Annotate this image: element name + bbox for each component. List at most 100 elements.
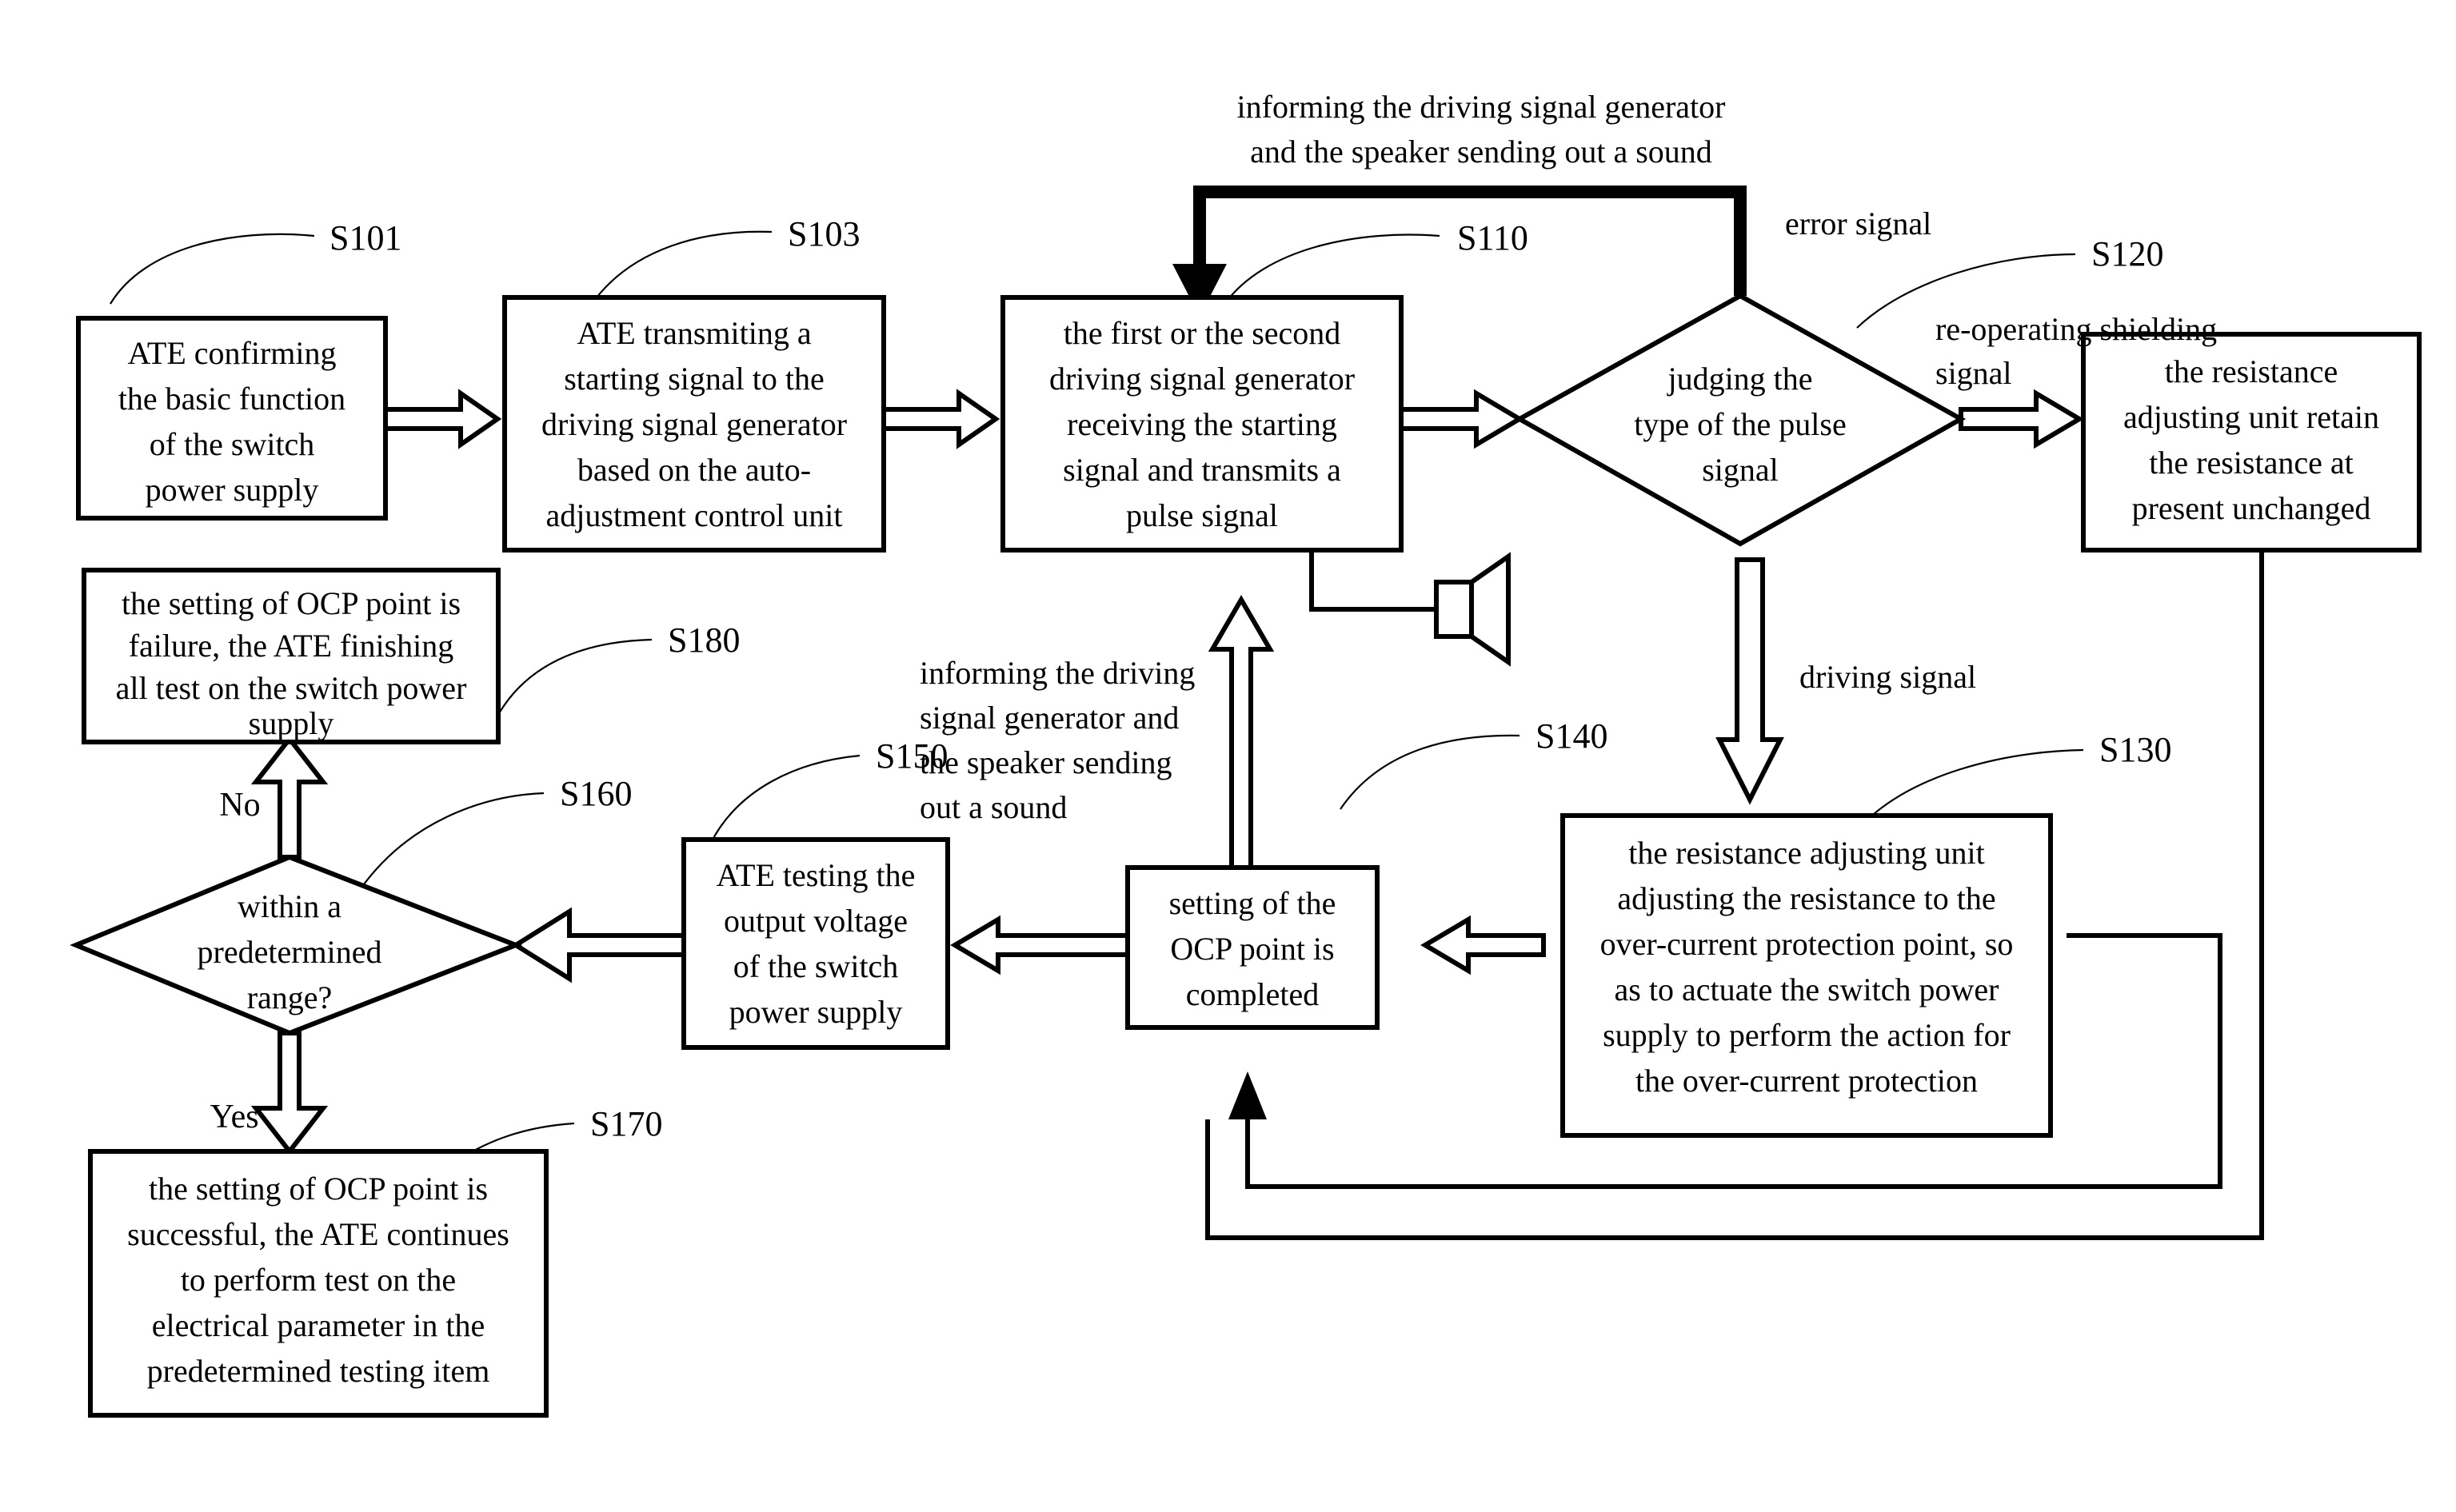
step-label-s160: S160 — [560, 774, 632, 813]
reoperating-line-1: re-operating shielding — [1935, 311, 2217, 347]
node-s150[interactable]: ATE testing the output voltage of the sw… — [681, 837, 950, 1050]
arrow-s120-to-retain-box — [1959, 389, 2084, 449]
s103-line-4: based on the auto- — [577, 452, 811, 488]
reoperating-line-2: signal — [1935, 355, 2012, 391]
annotation-driving-signal: driving signal — [1799, 659, 1976, 695]
step-label-s150: S150 — [876, 736, 948, 776]
leader-s180 — [493, 638, 653, 723]
node-s101[interactable]: ATE confirming the basic function of the… — [76, 316, 388, 521]
arrow-s130-to-s140 — [1420, 915, 1546, 975]
s160-line-1: within a — [238, 888, 341, 924]
arrow-s103-to-s110 — [881, 389, 1000, 449]
leader-s130 — [1863, 748, 2084, 824]
step-label-s170: S170 — [590, 1104, 662, 1143]
retain-line-4: present unchanged — [2132, 490, 2371, 526]
step-label-s120: S120 — [2091, 234, 2163, 273]
node-retain-resistance[interactable]: the resistance adjusting unit retain the… — [2081, 332, 2422, 553]
annotation-mid-informing: informing the driving signal generator a… — [920, 655, 1195, 825]
s160-line-2: predetermined — [198, 934, 382, 970]
s150-line-3: of the switch — [733, 948, 899, 984]
s110-line-1: the first or the second — [1064, 315, 1341, 351]
s103-line-2: starting signal to the — [564, 361, 825, 397]
annotation-top-informing: informing the driving signal generator a… — [1237, 89, 1726, 170]
s130-line-3: over-current protection point, so — [1600, 926, 2014, 962]
leader-s160 — [361, 792, 545, 888]
s101-line-4: power supply — [146, 472, 319, 508]
s103-line-3: driving signal generator — [541, 406, 847, 442]
s110-line-2: driving signal generator — [1049, 361, 1355, 397]
s170-line-1: the setting of OCP point is — [149, 1171, 488, 1207]
arrow-s101-to-s103 — [383, 389, 502, 449]
retain-line-1: the resistance — [2165, 353, 2338, 389]
top-informing-line-2: and the speaker sending out a sound — [1250, 134, 1712, 170]
annotation-error-signal: error signal — [1785, 205, 1931, 241]
s170-line-4: electrical parameter in the — [152, 1307, 485, 1343]
s110-line-4: signal and transmits a — [1063, 452, 1341, 488]
s170-line-5: predetermined testing item — [147, 1353, 490, 1389]
arrow-s160-to-s180 — [250, 735, 329, 860]
s160-line-3: range? — [247, 979, 333, 1015]
s150-line-1: ATE testing the — [717, 857, 916, 893]
s150-line-4: power supply — [729, 994, 903, 1030]
step-label-s101: S101 — [329, 218, 401, 257]
node-s110[interactable]: the first or the second driving signal g… — [1000, 295, 1404, 553]
s170-line-3: to perform test on the — [181, 1262, 456, 1298]
node-s170[interactable]: the setting of OCP point is successful, … — [88, 1149, 549, 1418]
node-s180[interactable]: the setting of OCP point is failure, the… — [82, 568, 501, 744]
step-label-s180: S180 — [668, 620, 740, 660]
s140-line-2: OCP point is — [1170, 931, 1334, 967]
step-label-s140: S140 — [1535, 716, 1607, 756]
s130-line-4: as to actuate the switch power — [1615, 971, 1999, 1007]
s180-line-4: supply — [249, 705, 334, 741]
mid-informing-line-1: informing the driving — [920, 655, 1195, 691]
node-s130[interactable]: the resistance adjusting unit adjusting … — [1560, 813, 2053, 1138]
s103-line-5: adjustment control unit — [545, 497, 842, 533]
s170-line-2: successful, the ATE continues — [127, 1216, 509, 1252]
s130-line-2: adjusting the resistance to the — [1617, 880, 1995, 916]
arrow-s110-to-s120 — [1399, 389, 1524, 449]
s120-line-2: type of the pulse — [1634, 406, 1847, 442]
s101-line-2: the basic function — [118, 381, 345, 417]
branch-label-no: No — [219, 787, 260, 824]
mid-informing-line-3: the speaker sending — [920, 744, 1172, 780]
s180-line-2: failure, the ATE finishing — [129, 628, 454, 664]
s103-line-1: ATE transmiting a — [577, 315, 812, 351]
s101-line-3: of the switch — [150, 426, 315, 462]
top-informing-line-1: informing the driving signal generator — [1237, 89, 1726, 125]
step-label-s110: S110 — [1457, 218, 1528, 257]
leader-s103 — [591, 230, 773, 305]
node-s103[interactable]: ATE transmiting a starting signal to the… — [502, 295, 886, 553]
leader-s110 — [1223, 233, 1440, 306]
node-s160-decision[interactable]: within a predetermined range? — [70, 854, 523, 1036]
s101-line-1: ATE confirming — [127, 335, 336, 371]
arrow-s120-to-s130 — [1715, 557, 1784, 805]
s180-line-3: all test on the switch power — [116, 670, 467, 706]
branch-label-yes: Yes — [210, 1099, 258, 1135]
s130-line-5: supply to perform the action for — [1603, 1017, 2011, 1053]
leader-s140 — [1340, 734, 1520, 810]
leader-s101 — [110, 233, 315, 305]
s140-line-3: completed — [1186, 976, 1320, 1012]
arrow-s160-to-s170 — [250, 1031, 329, 1155]
retain-line-3: the resistance at — [2149, 445, 2353, 481]
node-s140[interactable]: setting of the OCP point is completed — [1125, 865, 1380, 1030]
step-label-s103: S103 — [788, 214, 860, 253]
s180-line-1: the setting of OCP point is — [122, 585, 461, 621]
arrow-s150-to-s160 — [511, 907, 686, 983]
retain-line-2: adjusting unit retain — [2123, 399, 2379, 435]
mid-informing-line-2: signal generator and — [920, 700, 1179, 736]
s140-line-1: setting of the — [1169, 885, 1336, 921]
s120-line-3: signal — [1702, 452, 1779, 488]
s150-line-2: output voltage — [724, 903, 908, 939]
flowchart-canvas: ATE confirming the basic function of the… — [70, 89, 2422, 1418]
leader-s150 — [706, 754, 861, 850]
s120-line-1: judging the — [1666, 361, 1812, 397]
s110-line-5: pulse signal — [1126, 497, 1278, 533]
node-s120-decision[interactable]: judging the type of the pulse signal — [1514, 293, 1967, 547]
s130-line-1: the resistance adjusting unit — [1628, 835, 1984, 871]
speaker-connector — [1309, 550, 1511, 667]
mid-informing-line-4: out a sound — [920, 789, 1067, 825]
s110-line-3: receiving the starting — [1067, 406, 1337, 442]
step-label-s130: S130 — [2099, 730, 2171, 769]
s130-line-6: the over-current protection — [1635, 1063, 1978, 1099]
